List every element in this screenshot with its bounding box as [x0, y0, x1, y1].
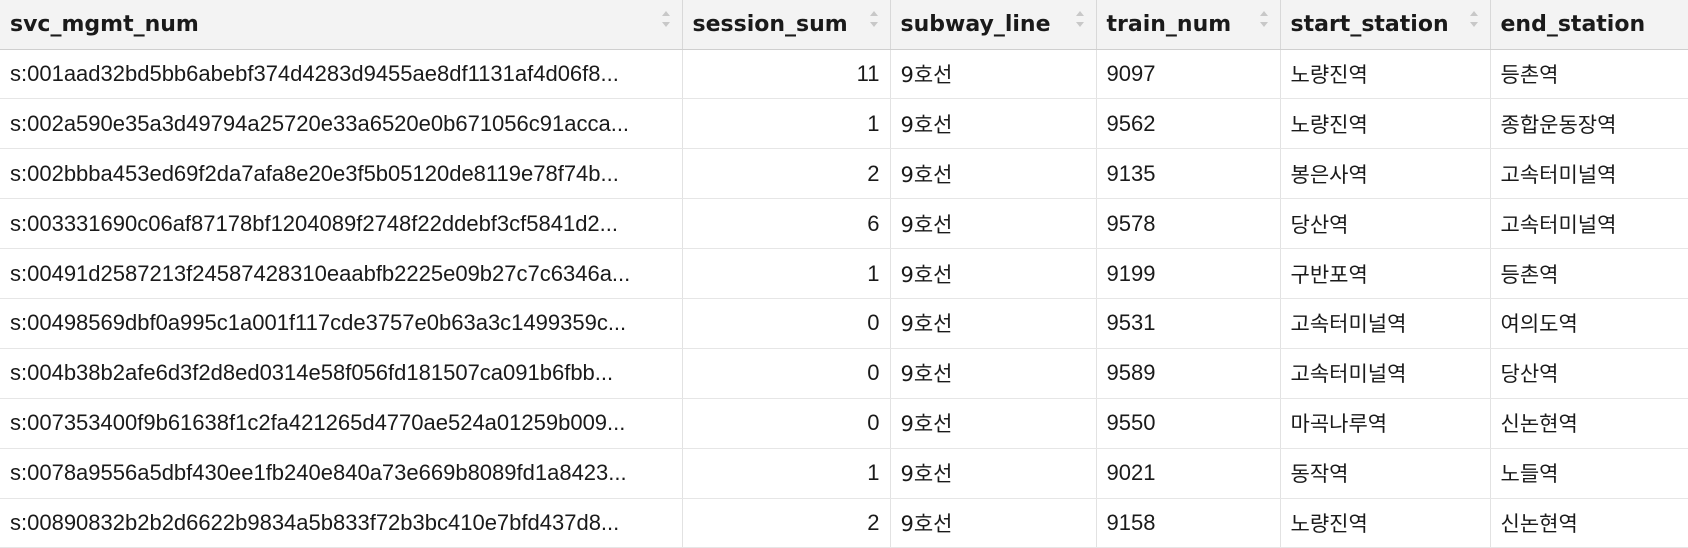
end-station-cell: 고속터미널역	[1490, 148, 1688, 200]
data-table: svc_mgmt_num session_sum subway_line train_…	[0, 0, 1688, 548]
start-station-cell: 봉은사역	[1280, 148, 1491, 200]
svc-mgmt-num-cell: s:0078a9556a5dbf430ee1fb240e840a73e669b8…	[0, 448, 683, 499]
svc-mgmt-num-cell: s:00491d2587213f24587428310eaabfb2225e09…	[0, 248, 683, 299]
table-row: s:00491d2587213f24587428310eaabfb2225e09…	[0, 248, 1688, 299]
start-station-cell: 노량진역	[1280, 498, 1491, 548]
svc-mgmt-num-cell: s:003331690c06af87178bf1204089f2748f22dd…	[0, 198, 683, 250]
session-sum-cell: 11	[682, 49, 891, 100]
start-station-cell: 노량진역	[1280, 49, 1491, 100]
end-station-cell: 등촌역	[1490, 248, 1688, 299]
subway-line-cell: 9호선	[890, 498, 1097, 548]
session-sum-cell: 1	[682, 98, 891, 150]
train-num-cell: 9097	[1096, 49, 1281, 100]
subway-line-cell: 9호선	[890, 298, 1097, 349]
train-num-cell: 9158	[1096, 498, 1281, 548]
column-header-train-num[interactable]: train_num	[1096, 0, 1281, 50]
column-header-label: svc_mgmt_num	[10, 11, 199, 37]
start-station-cell: 고속터미널역	[1280, 348, 1491, 399]
subway-line-cell: 9호선	[890, 148, 1097, 200]
column-header-svc-mgmt-num[interactable]: svc_mgmt_num	[0, 0, 683, 50]
subway-line-cell: 9호선	[890, 98, 1097, 150]
end-station-cell: 종합운동장역	[1490, 98, 1688, 150]
session-sum-cell: 0	[682, 398, 891, 449]
end-station-cell: 신논현역	[1490, 498, 1688, 548]
sort-icon[interactable]	[868, 7, 880, 31]
train-num-cell: 9562	[1096, 98, 1281, 150]
sort-icon[interactable]	[1468, 7, 1480, 31]
table-row: s:003331690c06af87178bf1204089f2748f22dd…	[0, 198, 1688, 250]
svc-mgmt-num-cell: s:00890832b2b2d6622b9834a5b833f72b3bc410…	[0, 498, 683, 548]
svc-mgmt-num-cell: s:002a590e35a3d49794a25720e33a6520e0b671…	[0, 98, 683, 150]
sort-icon[interactable]	[1258, 7, 1270, 31]
sort-icon[interactable]	[1074, 7, 1086, 31]
end-station-cell: 등촌역	[1490, 49, 1688, 100]
column-header-session-sum[interactable]: session_sum	[682, 0, 891, 50]
table-row: s:002bbba453ed69f2da7afa8e20e3f5b05120de…	[0, 148, 1688, 200]
table-row: s:001aad32bd5bb6abebf374d4283d9455ae8df1…	[0, 49, 1688, 100]
start-station-cell: 당산역	[1280, 198, 1491, 250]
column-header-label: end_station	[1500, 11, 1646, 37]
column-header-subway-line[interactable]: subway_line	[890, 0, 1097, 50]
table-row: s:002a590e35a3d49794a25720e33a6520e0b671…	[0, 98, 1688, 150]
end-station-cell: 당산역	[1490, 348, 1688, 399]
table-header: svc_mgmt_num session_sum subway_line train_…	[0, 0, 1688, 50]
header-row: svc_mgmt_num session_sum subway_line train_…	[0, 0, 1688, 50]
end-station-cell: 노들역	[1490, 448, 1688, 499]
start-station-cell: 고속터미널역	[1280, 298, 1491, 349]
svc-mgmt-num-cell: s:001aad32bd5bb6abebf374d4283d9455ae8df1…	[0, 49, 683, 100]
column-header-start-station[interactable]: start_station	[1280, 0, 1491, 50]
end-station-cell: 여의도역	[1490, 298, 1688, 349]
end-station-cell: 신논현역	[1490, 398, 1688, 449]
svc-mgmt-num-cell: s:00498569dbf0a995c1a001f117cde3757e0b63…	[0, 298, 683, 349]
session-sum-cell: 0	[682, 298, 891, 349]
train-num-cell: 9531	[1096, 298, 1281, 349]
session-sum-cell: 1	[682, 448, 891, 499]
end-station-cell: 고속터미널역	[1490, 198, 1688, 250]
sort-icon[interactable]	[660, 7, 672, 31]
svc-mgmt-num-cell: s:007353400f9b61638f1c2fa421265d4770ae52…	[0, 398, 683, 449]
subway-line-cell: 9호선	[890, 448, 1097, 499]
start-station-cell: 동작역	[1280, 448, 1491, 499]
column-header-label: subway_line	[900, 11, 1051, 37]
column-header-label: train_num	[1106, 11, 1232, 37]
subway-line-cell: 9호선	[890, 49, 1097, 100]
session-sum-cell: 2	[682, 148, 891, 200]
session-sum-cell: 2	[682, 498, 891, 548]
session-sum-cell: 1	[682, 248, 891, 299]
subway-line-cell: 9호선	[890, 348, 1097, 399]
session-sum-cell: 0	[682, 348, 891, 399]
subway-line-cell: 9호선	[890, 198, 1097, 250]
train-num-cell: 9199	[1096, 248, 1281, 299]
train-num-cell: 9021	[1096, 448, 1281, 499]
column-header-label: session_sum	[692, 11, 848, 37]
train-num-cell: 9589	[1096, 348, 1281, 399]
train-num-cell: 9550	[1096, 398, 1281, 449]
svc-mgmt-num-cell: s:004b38b2afe6d3f2d8ed0314e58f056fd18150…	[0, 348, 683, 399]
table-row: s:007353400f9b61638f1c2fa421265d4770ae52…	[0, 398, 1688, 449]
subway-line-cell: 9호선	[890, 398, 1097, 449]
train-num-cell: 9578	[1096, 198, 1281, 250]
subway-line-cell: 9호선	[890, 248, 1097, 299]
start-station-cell: 구반포역	[1280, 248, 1491, 299]
column-header-label: start_station	[1290, 11, 1449, 37]
table-row: s:00890832b2b2d6622b9834a5b833f72b3bc410…	[0, 498, 1688, 548]
start-station-cell: 마곡나루역	[1280, 398, 1491, 449]
table-body: s:001aad32bd5bb6abebf374d4283d9455ae8df1…	[0, 49, 1688, 548]
start-station-cell: 노량진역	[1280, 98, 1491, 150]
table-row: s:004b38b2afe6d3f2d8ed0314e58f056fd18150…	[0, 348, 1688, 399]
table-row: s:0078a9556a5dbf430ee1fb240e840a73e669b8…	[0, 448, 1688, 499]
column-header-end-station[interactable]: end_station	[1490, 0, 1688, 50]
train-num-cell: 9135	[1096, 148, 1281, 200]
session-sum-cell: 6	[682, 198, 891, 250]
svc-mgmt-num-cell: s:002bbba453ed69f2da7afa8e20e3f5b05120de…	[0, 148, 683, 200]
table-row: s:00498569dbf0a995c1a001f117cde3757e0b63…	[0, 298, 1688, 349]
